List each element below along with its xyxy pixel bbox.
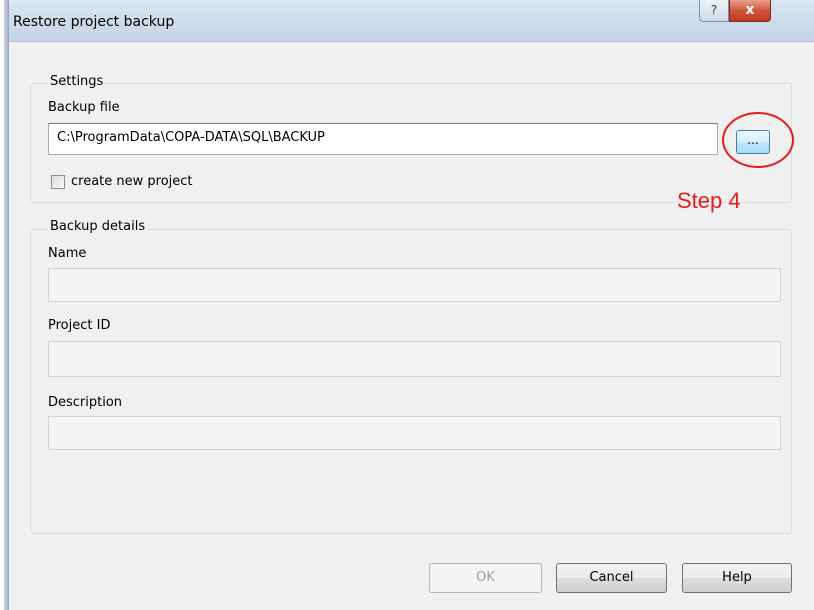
dialog-title: Restore project backup — [13, 14, 175, 30]
project-id-label: Project ID — [48, 318, 111, 333]
settings-legend: Settings — [48, 74, 106, 89]
name-field — [48, 268, 781, 302]
cancel-button[interactable]: Cancel — [556, 563, 667, 593]
backup-file-label: Backup file — [48, 100, 120, 115]
step-annotation: Step 4 — [677, 188, 741, 213]
ok-button[interactable]: OK — [429, 563, 542, 593]
help-icon[interactable]: ? — [699, 0, 729, 22]
description-label: Description — [48, 395, 123, 410]
help-button[interactable]: Help — [682, 563, 792, 593]
create-new-project-label[interactable]: create new project — [71, 174, 193, 189]
project-id-field — [48, 341, 781, 377]
name-label: Name — [48, 246, 87, 261]
create-new-project-checkbox[interactable] — [51, 175, 65, 189]
description-field — [48, 416, 781, 450]
window-frame — [0, 0, 8, 610]
backup-details-legend: Backup details — [48, 219, 148, 234]
title-bar[interactable]: Restore project backup ? x — [9, 0, 814, 42]
close-icon[interactable]: x — [729, 0, 771, 22]
backup-file-input[interactable]: C:\ProgramData\COPA-DATA\SQL\BACKUP — [48, 123, 718, 155]
annotation-circle — [722, 112, 794, 168]
